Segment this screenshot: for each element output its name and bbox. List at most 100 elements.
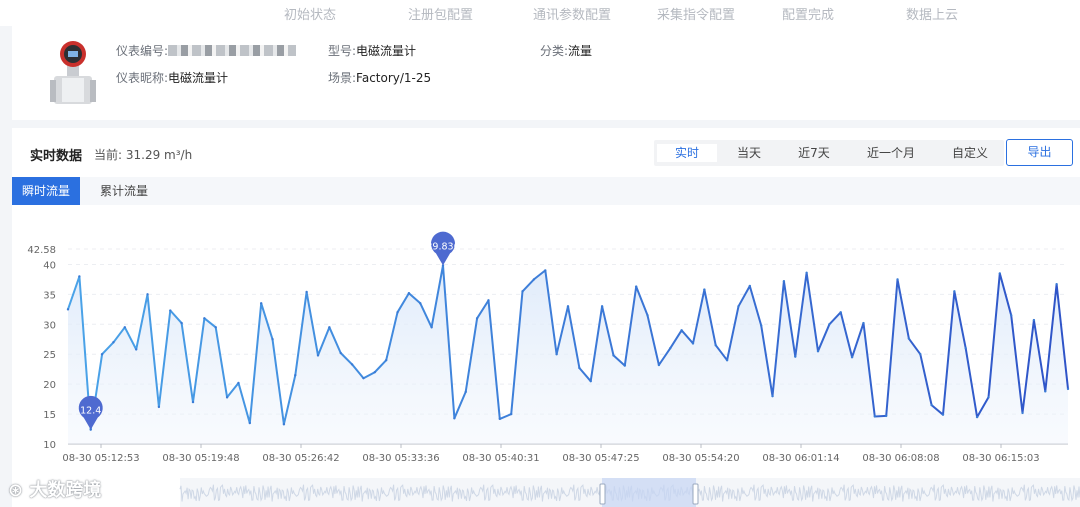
data-point[interactable]	[180, 321, 183, 325]
data-point[interactable]	[862, 321, 865, 325]
zoom-left-handle[interactable]	[599, 483, 606, 505]
data-point[interactable]	[475, 317, 479, 320]
data-point[interactable]	[419, 302, 422, 305]
zoom-right-handle[interactable]	[692, 483, 699, 505]
data-point[interactable]	[919, 353, 922, 356]
data-point[interactable]	[123, 326, 127, 329]
data-point[interactable]	[66, 308, 70, 311]
data-point[interactable]	[816, 350, 820, 353]
data-point[interactable]	[191, 400, 195, 404]
data-point[interactable]	[566, 305, 570, 308]
data-point[interactable]	[884, 414, 888, 418]
data-point[interactable]	[1009, 314, 1013, 317]
data-point[interactable]	[930, 403, 933, 407]
data-point[interactable]	[703, 288, 706, 291]
marker-label: 39.836	[426, 241, 459, 252]
data-point[interactable]	[725, 359, 729, 362]
max-value-marker: 39.836	[426, 231, 460, 266]
data-point[interactable]	[134, 348, 138, 351]
marker-label: 12.4	[80, 406, 101, 417]
data-point[interactable]	[771, 394, 774, 398]
data-point[interactable]	[146, 293, 149, 296]
data-point[interactable]	[384, 359, 388, 362]
data-point[interactable]	[282, 423, 286, 426]
data-point[interactable]	[794, 355, 797, 358]
data-point[interactable]	[896, 278, 899, 281]
data-point[interactable]	[748, 284, 752, 288]
flow-area	[68, 265, 1068, 444]
data-point[interactable]	[737, 305, 740, 308]
data-point[interactable]	[657, 363, 661, 367]
data-point[interactable]	[1055, 282, 1058, 286]
data-point[interactable]	[509, 412, 513, 416]
data-point[interactable]	[828, 323, 831, 326]
data-point[interactable]	[612, 354, 615, 357]
data-point[interactable]	[169, 309, 172, 312]
data-point[interactable]	[464, 390, 467, 394]
data-point[interactable]	[214, 326, 217, 329]
data-point[interactable]	[225, 396, 229, 399]
data-point[interactable]	[1044, 390, 1047, 393]
data-point[interactable]	[555, 353, 558, 356]
data-point[interactable]	[430, 326, 433, 329]
data-point[interactable]	[487, 299, 490, 302]
y-tick-label: 30	[43, 320, 56, 331]
data-point[interactable]	[453, 417, 456, 420]
data-point[interactable]	[203, 317, 206, 320]
data-point[interactable]	[941, 413, 945, 416]
data-point[interactable]	[532, 278, 536, 281]
data-point[interactable]	[1066, 387, 1070, 391]
x-tick-label: 08-30 05:40:31	[462, 453, 539, 464]
data-point[interactable]	[157, 405, 161, 409]
data-point[interactable]	[998, 272, 1002, 275]
data-point[interactable]	[396, 311, 399, 314]
data-point[interactable]	[100, 353, 104, 356]
data-point[interactable]	[1021, 411, 1024, 415]
data-point[interactable]	[714, 344, 717, 347]
data-point[interactable]	[623, 364, 627, 367]
zoom-window[interactable]	[602, 478, 696, 507]
data-point[interactable]	[544, 269, 547, 272]
watermark: ⊛ 大数跨境	[8, 480, 102, 501]
data-point[interactable]	[634, 285, 638, 288]
data-point[interactable]	[680, 329, 683, 332]
data-point[interactable]	[78, 275, 81, 278]
data-point[interactable]	[805, 271, 808, 275]
data-point[interactable]	[248, 421, 252, 425]
data-point[interactable]	[305, 290, 308, 294]
data-point[interactable]	[589, 379, 592, 383]
data-point[interactable]	[339, 351, 342, 355]
data-point[interactable]	[669, 347, 672, 350]
data-point[interactable]	[328, 326, 331, 329]
data-point[interactable]	[759, 324, 763, 327]
data-point[interactable]	[271, 338, 274, 341]
data-point[interactable]	[259, 302, 263, 305]
data-point[interactable]	[850, 356, 854, 359]
data-point[interactable]	[498, 417, 502, 421]
data-point[interactable]	[237, 381, 240, 385]
data-point[interactable]	[407, 291, 411, 295]
data-point[interactable]	[964, 347, 967, 350]
data-point[interactable]	[987, 396, 990, 399]
data-point[interactable]	[953, 290, 956, 293]
data-point[interactable]	[1032, 318, 1036, 322]
data-point[interactable]	[294, 373, 297, 377]
data-point[interactable]	[112, 341, 115, 344]
data-point[interactable]	[373, 370, 377, 374]
data-point[interactable]	[600, 305, 604, 308]
data-point[interactable]	[975, 415, 979, 419]
data-point[interactable]	[691, 342, 695, 345]
x-tick-label: 08-30 06:08:08	[862, 453, 939, 464]
data-point[interactable]	[316, 354, 320, 357]
data-point[interactable]	[839, 311, 842, 314]
data-point[interactable]	[782, 280, 786, 283]
data-point[interactable]	[578, 366, 581, 370]
x-tick-label: 08-30 06:15:03	[962, 453, 1039, 464]
data-point[interactable]	[646, 314, 649, 317]
data-point[interactable]	[350, 363, 354, 366]
data-point[interactable]	[907, 337, 911, 340]
zoom-slider[interactable]	[179, 478, 1080, 507]
data-point[interactable]	[873, 415, 877, 418]
data-point[interactable]	[521, 290, 524, 293]
data-point[interactable]	[362, 376, 365, 380]
